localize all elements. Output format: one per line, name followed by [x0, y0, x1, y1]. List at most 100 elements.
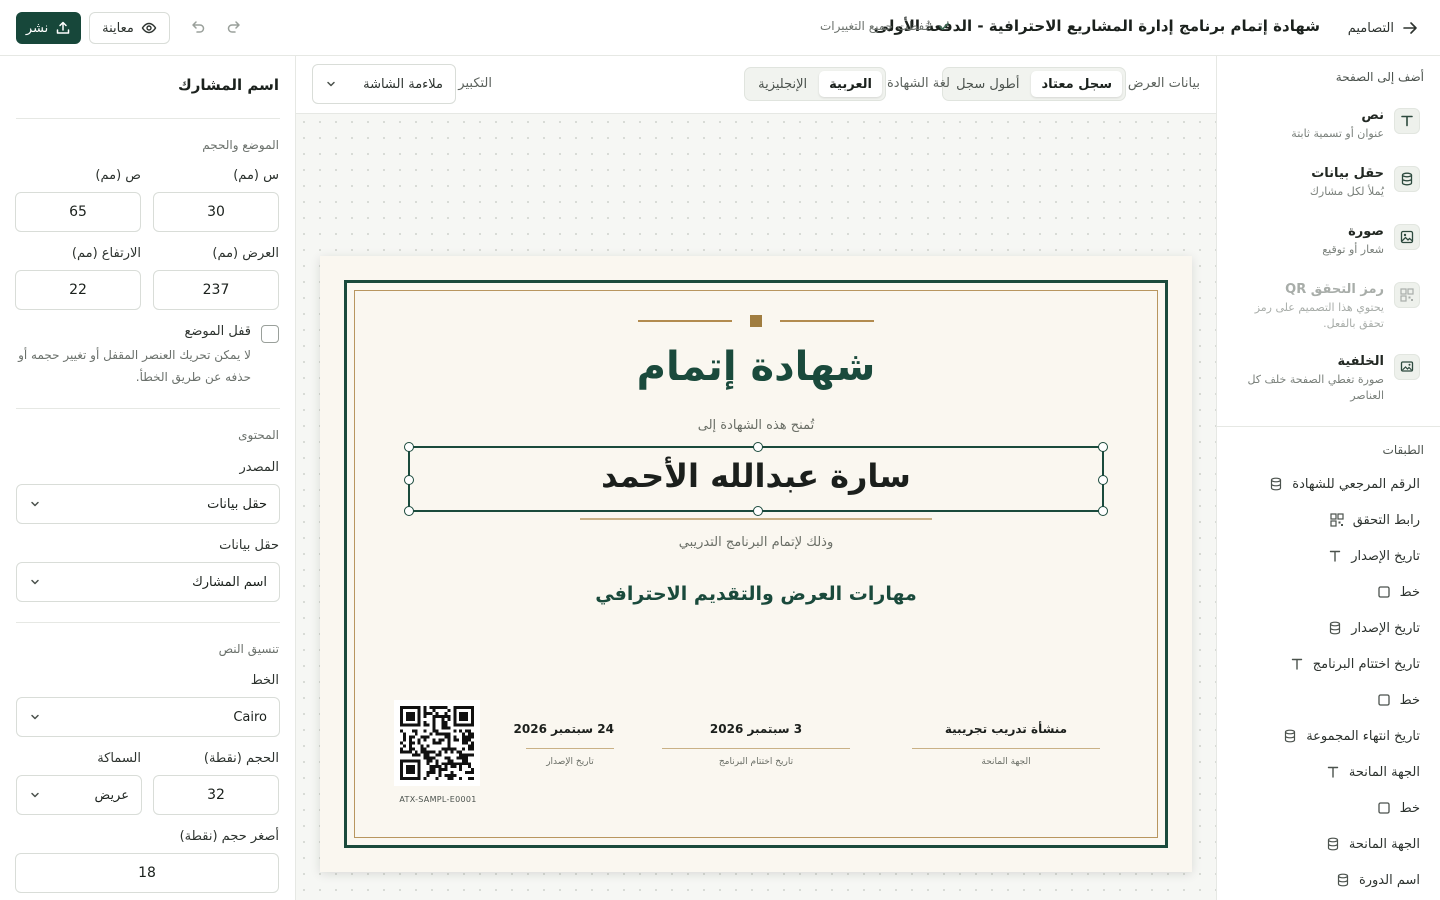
elements-sidebar: أضف إلى الصفحة نص عنوان أو تسمية ثابتة ح… — [1216, 56, 1440, 900]
width-input[interactable] — [153, 270, 279, 310]
data-field-select[interactable]: اسم المشارك — [16, 562, 280, 602]
resize-handle-top-right[interactable] — [1098, 442, 1108, 452]
height-input[interactable] — [15, 270, 141, 310]
issue-date-line — [526, 748, 614, 749]
add-text-element[interactable]: نص عنوان أو تسمية ثابتة — [1240, 108, 1420, 142]
completion-text[interactable]: وذلك لإتمام البرنامج التدريبي — [320, 535, 1192, 550]
resize-handle-top[interactable] — [753, 442, 763, 452]
issuer-value: منشأة تدريب تجريبية — [944, 722, 1068, 736]
canvas-toolbar: بيانات العرض سجل معتاد أطول سجل لغة الشه… — [296, 56, 1216, 114]
name-underline[interactable] — [580, 518, 932, 520]
add-item-title: رمز التحقق QR — [1285, 282, 1384, 297]
resize-handle-bottom-right[interactable] — [1098, 506, 1108, 516]
source-select[interactable]: حقل بيانات — [16, 484, 280, 524]
add-item-title: نص — [1361, 108, 1384, 123]
y-label: ص (مم) — [95, 168, 141, 183]
certificate-reference-code[interactable]: ATX-SAMPL-E0001 — [390, 795, 486, 804]
back-to-designs-link[interactable]: التصاميم — [1348, 17, 1418, 39]
end-date-block[interactable]: 3 سبتمبر 2026 تاريخ اختتام البرنامج — [662, 722, 850, 767]
font-value: Cairo — [233, 709, 267, 725]
text-icon — [1394, 108, 1420, 134]
layer-label: خط — [1399, 800, 1420, 816]
add-item-title: حقل بيانات — [1311, 166, 1384, 181]
undo-icon — [190, 20, 206, 36]
resize-handle-bottom-left[interactable] — [404, 506, 414, 516]
font-weight-label: السماكة — [97, 751, 141, 766]
layer-item[interactable]: رابط التحقق — [1224, 510, 1420, 530]
record-toggle: سجل معتاد أطول سجل — [942, 67, 1126, 101]
layer-item[interactable]: خط — [1224, 582, 1420, 602]
add-item-subtitle: عنوان أو تسمية ثابتة — [1291, 127, 1384, 140]
font-size-input[interactable] — [153, 775, 279, 815]
resize-handle-bottom[interactable] — [753, 506, 763, 516]
record-option-longest[interactable]: أطول سجل — [946, 71, 1029, 97]
lock-position-checkbox[interactable] — [261, 325, 279, 343]
zoom-select[interactable]: ملاءمة الشاشة — [312, 64, 456, 104]
issuer-line — [912, 748, 1100, 749]
resize-handle-right[interactable] — [1098, 475, 1108, 485]
resize-handle-top-left[interactable] — [404, 442, 414, 452]
layer-item[interactable]: الجهة المانحة — [1224, 762, 1420, 782]
font-size-label: الحجم (نقطة) — [203, 751, 279, 766]
course-name-field[interactable]: مهارات العرض والتقديم الاحترافي — [320, 583, 1192, 605]
layer-item[interactable]: خط — [1224, 690, 1420, 710]
chevron-down-icon — [29, 498, 41, 510]
sidebar-divider — [1216, 426, 1440, 427]
width-label: العرض (مم) — [212, 246, 279, 261]
add-data-field-element[interactable]: حقل بيانات يُملأ لكل مشارك — [1240, 166, 1420, 200]
check-icon — [938, 20, 950, 32]
publish-button[interactable]: نشر — [16, 12, 81, 44]
chevron-down-icon — [29, 576, 41, 588]
layer-item[interactable]: تاريخ اختتام البرنامج — [1224, 654, 1420, 674]
certificate-page[interactable]: شهادة إتمام تُمنح هذه الشهادة إلى سارة ع… — [320, 256, 1192, 872]
square-icon — [1376, 692, 1392, 708]
presented-to-text[interactable]: تُمنح هذه الشهادة إلى — [320, 418, 1192, 433]
language-option-arabic[interactable]: العربية — [819, 71, 882, 97]
database-icon — [1268, 476, 1284, 492]
ornament-square — [750, 315, 762, 327]
eye-icon — [141, 20, 157, 36]
layer-item[interactable]: تاريخ انتهاء المجموعة — [1224, 726, 1420, 746]
preview-button[interactable]: معاينة — [89, 12, 170, 44]
add-image-element[interactable]: صورة شعار أو توقيع — [1240, 224, 1420, 258]
y-input[interactable] — [15, 192, 141, 232]
layer-item[interactable]: تاريخ الإصدار — [1224, 546, 1420, 566]
text-icon — [1289, 656, 1305, 672]
database-icon — [1325, 836, 1341, 852]
add-item-title: صورة — [1348, 224, 1384, 239]
resize-handle-left[interactable] — [404, 475, 414, 485]
layer-label: الرقم المرجعي للشهادة — [1292, 476, 1420, 492]
issuer-label: الجهة المانحة — [981, 757, 1031, 767]
data-field-value: اسم المشارك — [192, 574, 267, 590]
issuer-block[interactable]: منشأة تدريب تجريبية الجهة المانحة — [912, 722, 1100, 767]
min-font-size-input[interactable] — [15, 853, 279, 893]
issue-date-block[interactable]: 24 سبتمبر 2026 تاريخ الإصدار — [514, 722, 614, 767]
save-status: حُفظت جميع التغييرات — [820, 19, 950, 33]
language-option-english[interactable]: الإنجليزية — [748, 71, 817, 97]
undo-button[interactable] — [186, 16, 210, 40]
add-qr-element: رمز التحقق QR يحتوي هذا التصميم على رمز … — [1240, 282, 1420, 332]
certificate-language-label: لغة الشهادة — [886, 76, 950, 91]
panel-divider — [16, 408, 280, 409]
certificate-title[interactable]: شهادة إتمام — [320, 344, 1192, 390]
text-icon — [1325, 764, 1341, 780]
add-item-subtitle: صورة تغطي الصفحة خلف كل العناصر — [1247, 373, 1384, 402]
layer-item[interactable]: تاريخ الإصدار — [1224, 618, 1420, 638]
layer-item[interactable]: اسم الدورة — [1224, 870, 1420, 890]
add-background-element[interactable]: الخلفية صورة تغطي الصفحة خلف كل العناصر — [1240, 354, 1420, 404]
x-input[interactable] — [153, 192, 279, 232]
layer-item[interactable]: الرقم المرجعي للشهادة — [1224, 474, 1420, 494]
end-date-label: تاريخ اختتام البرنامج — [718, 757, 794, 767]
verification-qr-code[interactable] — [394, 700, 480, 786]
font-weight-select[interactable]: عريض — [16, 775, 142, 815]
data-field-label: حقل بيانات — [219, 538, 279, 553]
redo-button[interactable] — [222, 16, 246, 40]
selection-box[interactable] — [404, 442, 1108, 516]
properties-panel: اسم المشارك الموضع والحجم س (مم) ص (مم) … — [0, 56, 296, 900]
canvas-area: بيانات العرض سجل معتاد أطول سجل لغة الشه… — [296, 56, 1216, 900]
font-select[interactable]: Cairo — [16, 697, 280, 737]
record-option-typical[interactable]: سجل معتاد — [1031, 71, 1122, 97]
layer-item[interactable]: خط — [1224, 798, 1420, 818]
layer-item[interactable]: الجهة المانحة — [1224, 834, 1420, 854]
redo-icon — [226, 20, 242, 36]
